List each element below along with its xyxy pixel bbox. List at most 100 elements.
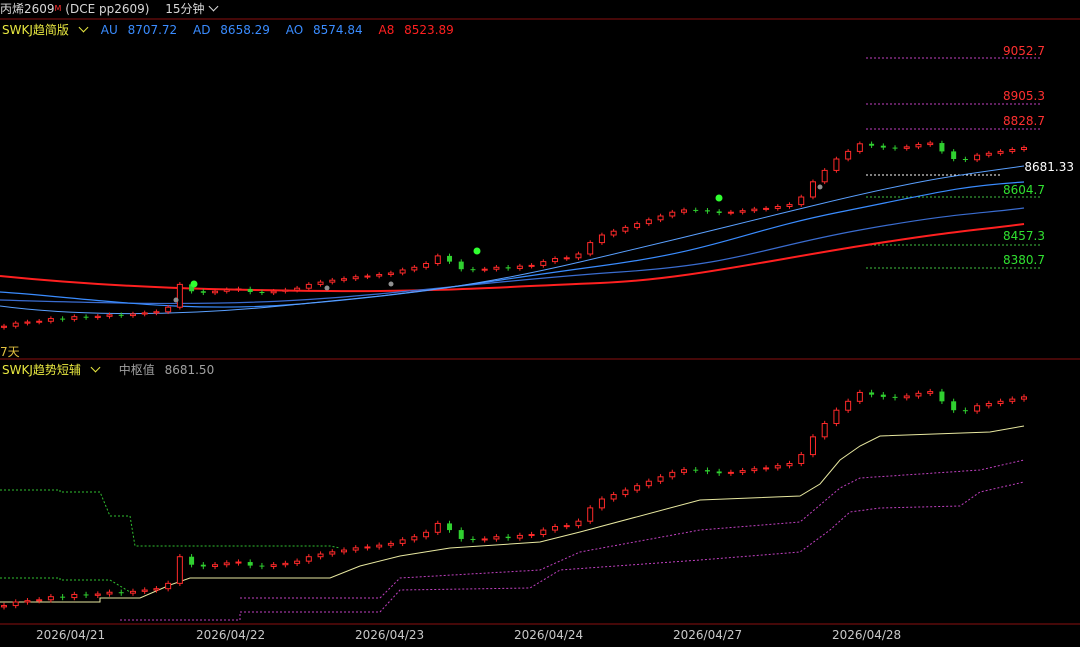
- candle-body: [493, 266, 500, 270]
- date-label: 2026/04/27: [673, 628, 743, 642]
- candle-body: [341, 278, 347, 281]
- candle-body: [622, 489, 629, 496]
- candle-body: [47, 596, 54, 601]
- candle-body: [763, 467, 770, 470]
- level-label: 8457.3: [1003, 229, 1045, 243]
- period-selector[interactable]: 15分钟: [165, 1, 220, 16]
- candle-body: [563, 525, 570, 528]
- sub-indicator-selector[interactable]: SWKJ趋势短辅: [2, 362, 105, 377]
- candle-body: [259, 565, 265, 567]
- candle-body: [282, 562, 289, 566]
- level-label: 8380.7: [1003, 253, 1045, 267]
- candle-body: [528, 264, 535, 267]
- candle-body: [165, 306, 172, 313]
- candle-body: [516, 265, 523, 269]
- candle-body: [329, 279, 336, 283]
- candle-body: [94, 315, 101, 318]
- candle-body: [305, 556, 312, 562]
- candle-body: [294, 560, 301, 564]
- candle-body: [470, 269, 476, 271]
- value-ao: AO 8574.84: [285, 23, 363, 37]
- candle-body: [1021, 396, 1027, 400]
- candle-body: [282, 289, 289, 292]
- ma-lines: [0, 165, 1025, 315]
- signal-dot-gray: [173, 297, 179, 303]
- value-ad: AD 8658.29: [193, 23, 270, 37]
- candle-body: [739, 470, 746, 473]
- candle-body: [974, 154, 981, 161]
- candle-body: [411, 536, 418, 541]
- candle-body: [470, 538, 476, 540]
- candle-body: [83, 316, 89, 318]
- candle-body: [540, 261, 547, 266]
- candle-body: [505, 267, 511, 269]
- candle-body: [997, 400, 1004, 405]
- candle-body: [774, 206, 781, 209]
- candle-body: [856, 391, 863, 402]
- candle-body: [622, 226, 629, 232]
- candle-body: [563, 257, 570, 260]
- candle-body: [223, 562, 230, 566]
- candle-body: [939, 391, 945, 402]
- chart-title-bar[interactable]: 丙烯2609M (DCE pp2609) 15分钟: [0, 1, 221, 17]
- signal-dot-gray: [324, 285, 330, 291]
- candle-body: [411, 266, 418, 271]
- candle-body: [364, 546, 371, 549]
- candle-body: [880, 394, 886, 397]
- date-label: 2026/04/22: [196, 628, 266, 642]
- candle-body: [739, 210, 746, 213]
- candle-body: [434, 522, 441, 533]
- mid-value: 中枢值 8681.50: [118, 363, 215, 377]
- candle-body: [106, 314, 113, 317]
- value-a8: A8 8523.89: [378, 23, 454, 37]
- candle-body: [71, 316, 78, 320]
- candle-body: [60, 318, 66, 320]
- candle-body: [681, 209, 687, 213]
- candle-body: [903, 146, 910, 149]
- candle-body: [165, 582, 172, 590]
- last-price-label: 8681.33: [1024, 160, 1074, 174]
- value-au: AU 8707.72: [100, 23, 178, 37]
- candle-body: [447, 255, 453, 262]
- signal-dot-green: [715, 194, 723, 202]
- candle-body: [727, 211, 734, 214]
- candle-body: [270, 564, 277, 567]
- candle-body: [634, 485, 641, 491]
- candle-body: [575, 253, 582, 259]
- candle-body: [798, 196, 805, 206]
- candle-body: [657, 476, 664, 482]
- sub-indicator-row[interactable]: SWKJ趋势短辅 中枢值 8681.50: [2, 362, 226, 378]
- candle-body: [317, 281, 324, 285]
- candle-body: [493, 536, 500, 540]
- candle-body: [693, 209, 699, 211]
- candle-body: [505, 536, 511, 539]
- candle-body: [47, 318, 54, 322]
- main-indicator-selector[interactable]: SWKJ趋简版: [2, 22, 93, 37]
- candle-body: [364, 275, 371, 278]
- candle-body: [153, 311, 160, 314]
- candle-body: [24, 600, 31, 603]
- candle-body: [118, 592, 124, 594]
- candle-body: [598, 234, 605, 244]
- candle-body: [352, 547, 359, 551]
- candle-body: [693, 469, 699, 471]
- kline-chart[interactable]: [0, 0, 1080, 647]
- main-indicator-row[interactable]: SWKJ趋简版 AU 8707.72 AD 8658.29 AO 8574.84…: [2, 22, 466, 38]
- candle-body: [540, 529, 547, 536]
- candle-body: [552, 526, 559, 531]
- candle-body: [36, 320, 43, 323]
- candle-body: [821, 169, 828, 183]
- candle-body: [892, 147, 898, 149]
- candle-body: [927, 391, 934, 394]
- candle-body: [235, 288, 242, 291]
- candle-body: [716, 211, 722, 213]
- candle-body: [751, 208, 758, 212]
- signal-dot-green: [190, 280, 198, 288]
- candle-body: [856, 143, 863, 152]
- candle-body: [939, 143, 945, 152]
- candle-body: [610, 494, 617, 500]
- candle-body: [869, 392, 875, 395]
- date-label: 2026/04/23: [355, 628, 425, 642]
- candle-body: [845, 150, 852, 160]
- sub-candles: [1, 388, 1027, 610]
